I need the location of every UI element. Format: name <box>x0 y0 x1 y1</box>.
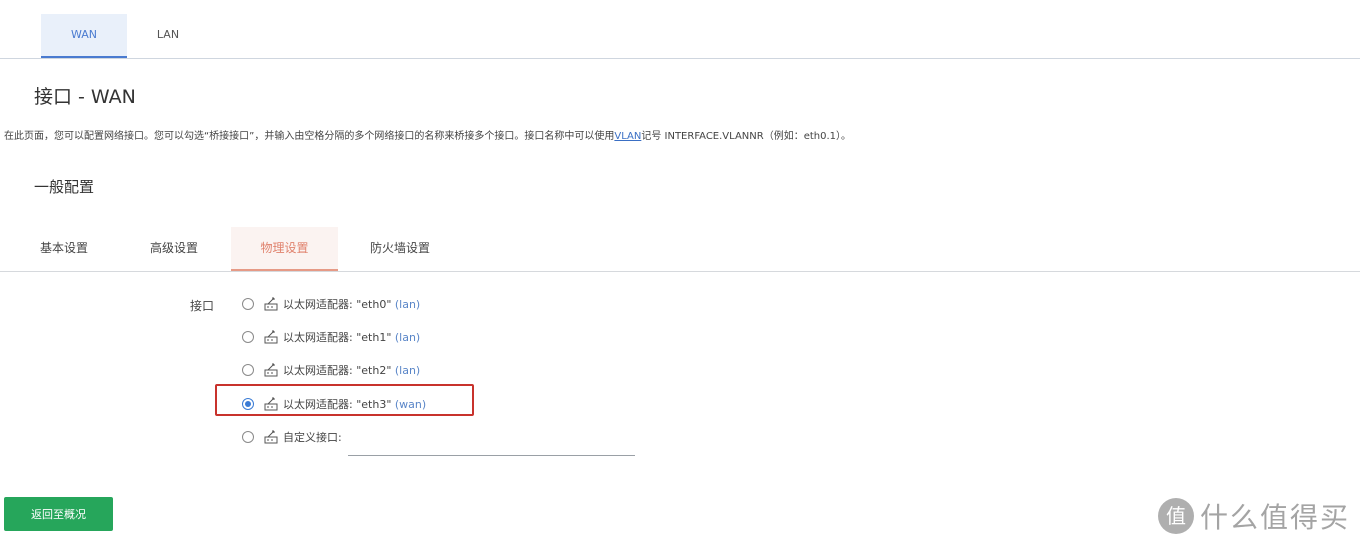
adapter-name: 以太网适配器: "eth3" <box>283 398 392 411</box>
custom-interface-input[interactable] <box>348 440 635 456</box>
interface-option-eth2[interactable]: 以太网适配器: "eth2" (lan) <box>242 360 420 380</box>
radio-icon[interactable] <box>242 298 254 310</box>
section-title: 一般配置 <box>34 178 95 196</box>
interface-option-label: 自定义接口: <box>283 431 342 444</box>
back-to-overview-button[interactable]: 返回至概况 <box>4 497 113 531</box>
tab-lan[interactable]: LAN <box>125 14 211 58</box>
network-name: (lan) <box>394 364 421 377</box>
ethernet-adapter-icon <box>264 430 278 444</box>
adapter-name: 以太网适配器: "eth1" <box>283 331 392 344</box>
interface-option-label: 以太网适配器: "eth1" (lan) <box>283 329 420 345</box>
radio-icon[interactable] <box>242 431 254 443</box>
watermark: 值 什么值得买 <box>1157 496 1350 536</box>
interface-option-label: 以太网适配器: "eth2" (lan) <box>283 362 420 378</box>
interface-option-eth0[interactable]: 以太网适配器: "eth0" (lan) <box>242 294 420 314</box>
interface-option-label: 以太网适配器: "eth3" (wan) <box>283 396 426 412</box>
subtab-basic-settings[interactable]: 基本设置 <box>18 227 110 271</box>
interface-option-eth3[interactable]: 以太网适配器: "eth3" (wan) <box>242 394 426 414</box>
page: WAN LAN 接口 - WAN 在此页面，您可以配置网络接口。您可以勾选“桥接… <box>0 0 1360 548</box>
network-name: (lan) <box>394 298 421 311</box>
network-name: (wan) <box>394 398 427 411</box>
adapter-name: 以太网适配器: "eth0" <box>283 298 392 311</box>
subtab-firewall-settings[interactable]: 防火墙设置 <box>350 227 450 271</box>
interface-option-label: 以太网适配器: "eth0" (lan) <box>283 296 420 312</box>
subtab-advanced-settings[interactable]: 高级设置 <box>128 227 220 271</box>
subtab-physical-settings[interactable]: 物理设置 <box>231 227 338 271</box>
page-description: 在此页面，您可以配置网络接口。您可以勾选“桥接接口”，并输入由空格分隔的多个网络… <box>4 127 851 142</box>
interface-field-label: 接口 <box>190 299 215 313</box>
interface-option-eth1[interactable]: 以太网适配器: "eth1" (lan) <box>242 327 420 347</box>
watermark-text: 什么值得买 <box>1199 501 1350 534</box>
radio-icon[interactable] <box>242 398 254 410</box>
description-text: 在此页面，您可以配置网络接口。您可以勾选“桥接接口”，并输入由空格分隔的多个网络… <box>4 131 615 142</box>
radio-icon[interactable] <box>242 331 254 343</box>
page-title: 接口 - WAN <box>34 86 136 108</box>
network-name: (lan) <box>394 331 421 344</box>
ethernet-adapter-icon <box>264 297 278 311</box>
description-text-end: 记号 INTERFACE.VLANNR（例如：eth0.1）。 <box>641 131 852 142</box>
adapter-name: 以太网适配器: "eth2" <box>283 364 392 377</box>
interface-option-custom[interactable]: 自定义接口: <box>242 427 342 447</box>
radio-icon[interactable] <box>242 364 254 376</box>
tab-wan[interactable]: WAN <box>41 14 127 58</box>
ethernet-adapter-icon <box>264 330 278 344</box>
vlan-link[interactable]: VLAN <box>614 131 641 142</box>
watermark-logo-icon: 值 <box>1157 498 1194 534</box>
ethernet-adapter-icon <box>264 397 278 411</box>
top-tabs: WAN LAN <box>0 0 1360 59</box>
ethernet-adapter-icon <box>264 363 278 377</box>
sub-tabs: 基本设置 高级设置 物理设置 防火墙设置 <box>0 226 1360 272</box>
